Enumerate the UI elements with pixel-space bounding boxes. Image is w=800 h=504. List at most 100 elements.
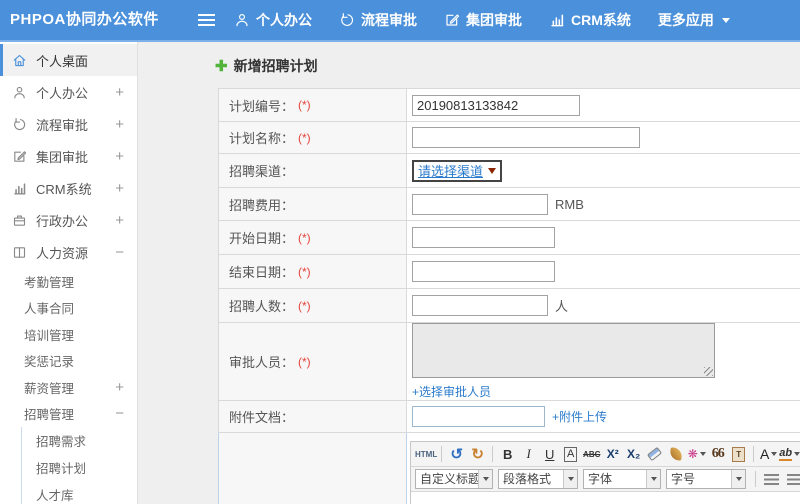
required-marker: (*) <box>298 130 311 145</box>
headcount-input[interactable] <box>412 295 548 316</box>
collapse-minus-icon[interactable]: − <box>115 405 124 422</box>
bold-button[interactable]: B <box>497 444 518 464</box>
clipboard-icon: T <box>732 446 746 462</box>
sidebar-item-attendance[interactable]: 考勤管理 <box>0 268 137 295</box>
attachment-input[interactable] <box>412 406 545 427</box>
toolbar-divider <box>753 446 755 462</box>
strikethrough-button[interactable]: ABC <box>581 444 602 464</box>
sidebar-item-talent-pool[interactable]: 人才库 <box>22 481 137 504</box>
sidebar-item-admin-office[interactable]: 行政办公 + <box>0 204 137 236</box>
dropdown-arrow-button[interactable] <box>563 470 577 488</box>
expand-plus-icon[interactable]: + <box>115 379 124 396</box>
sidebar-item-recruit-plan[interactable]: 招聘计划 <box>22 454 137 481</box>
sidebar-item-label: 考勤管理 <box>24 275 75 290</box>
form-row-attachment: 附件文档： +附件上传 <box>219 401 800 433</box>
chevron-down-icon <box>482 477 489 481</box>
field-label: 结束日期： (*) <box>219 255 407 288</box>
paragraph-format-dropdown[interactable]: 段落格式 <box>498 469 578 489</box>
plan-name-input[interactable] <box>412 127 640 148</box>
nav-crm-system[interactable]: CRM系统 <box>549 10 631 30</box>
nav-personal-office[interactable]: 个人办公 <box>234 10 312 30</box>
field-label: 附件文档： <box>219 401 407 432</box>
chevron-down-icon <box>650 477 657 481</box>
sidebar-item-salary[interactable]: 薪资管理 + <box>0 374 137 401</box>
attachment-upload-link[interactable]: +附件上传 <box>552 408 607 425</box>
undo-button[interactable]: ↺ <box>446 444 467 464</box>
expand-plus-icon[interactable]: + <box>115 180 124 197</box>
chevron-down-icon <box>794 452 800 456</box>
hamburger-menu-icon[interactable] <box>198 14 215 26</box>
eraser-button[interactable] <box>644 444 665 464</box>
nav-process-approval[interactable]: 流程审批 <box>339 10 417 30</box>
nav-group-approval[interactable]: 集团审批 <box>444 10 522 30</box>
approvers-textarea[interactable] <box>412 323 715 378</box>
sidebar-item-label: 奖惩记录 <box>24 355 75 370</box>
main-content: ✚ 新增招聘计划 计划编号： (*) 计划名称： (*) 招聘渠道： <box>139 42 800 504</box>
toolbar-divider <box>755 471 756 487</box>
form-row-end-date: 结束日期： (*) <box>219 255 800 289</box>
plan-number-input[interactable] <box>412 94 580 116</box>
start-date-input[interactable] <box>412 227 555 248</box>
paste-text-button[interactable]: T <box>728 444 749 464</box>
format-brush-button[interactable] <box>665 444 686 464</box>
font-size-dropdown[interactable]: 字号 <box>666 469 746 489</box>
editor-content-area[interactable] <box>411 492 800 504</box>
fee-input[interactable] <box>412 193 548 215</box>
sidebar-item-label: 行政办公 <box>36 213 89 229</box>
sidebar-item-recruit-demand[interactable]: 招聘需求 <box>22 427 137 454</box>
page-title: ✚ 新增招聘计划 <box>215 56 318 76</box>
expand-plus-icon[interactable]: + <box>115 116 124 133</box>
align-left-button[interactable] <box>764 473 779 485</box>
align-center-button[interactable] <box>787 473 800 485</box>
dropdown-arrow-button[interactable] <box>646 470 660 488</box>
html-source-button[interactable]: HTML <box>415 444 437 464</box>
italic-button[interactable]: I <box>518 444 539 464</box>
sidebar-item-hr-contract[interactable]: 人事合同 <box>0 295 137 322</box>
field-label: 计划编号： (*) <box>219 89 407 121</box>
nav-more-apps[interactable]: 更多应用 <box>658 10 730 30</box>
underline-button[interactable]: U <box>539 444 560 464</box>
sidebar-item-personal-office[interactable]: 个人办公 + <box>0 76 137 108</box>
text-effect-button[interactable]: ❋ <box>686 444 707 464</box>
highlight-color-button[interactable]: ab <box>779 444 800 464</box>
sidebar-item-personal-desktop[interactable]: 个人桌面 <box>0 44 137 76</box>
chevron-down-icon <box>735 477 742 481</box>
dropdown-value: 字体 <box>588 472 613 486</box>
sidebar-item-training[interactable]: 培训管理 <box>0 321 137 348</box>
superscript-button[interactable]: X² <box>602 444 623 464</box>
sidebar-item-label: CRM系统 <box>36 181 92 197</box>
sidebar-item-human-resources[interactable]: 人力资源 − <box>0 236 137 268</box>
sidebar-item-rewards[interactable]: 奖惩记录 <box>0 348 137 375</box>
subscript-button[interactable]: X₂ <box>623 444 644 464</box>
custom-title-dropdown[interactable]: 自定义标题 <box>415 469 493 489</box>
sidebar-item-crm[interactable]: CRM系统 + <box>0 172 137 204</box>
font-family-dropdown[interactable]: 字体 <box>583 469 661 489</box>
nav-label: 更多应用 <box>657 12 714 28</box>
font-color-button[interactable]: A <box>758 444 779 464</box>
dropdown-arrow-button[interactable] <box>478 470 492 488</box>
autoformat-button[interactable]: A <box>564 446 578 462</box>
dropdown-arrow-button[interactable] <box>731 470 745 488</box>
expand-plus-icon[interactable]: + <box>115 212 124 229</box>
sidebar-item-group-approval[interactable]: 集团审批 + <box>0 140 137 172</box>
end-date-input[interactable] <box>412 261 555 282</box>
person-icon <box>234 12 250 28</box>
flow-arrow-icon <box>339 12 355 28</box>
expand-plus-icon[interactable]: + <box>115 84 124 101</box>
redo-button[interactable]: ↻ <box>467 444 488 464</box>
chevron-down-icon <box>567 477 574 481</box>
sidebar-item-label: 个人办公 <box>36 85 89 101</box>
sidebar-item-process-approval[interactable]: 流程审批 + <box>0 108 137 140</box>
chevron-down-icon <box>771 452 778 456</box>
select-approvers-link[interactable]: +选择审批人员 <box>412 383 491 400</box>
blockquote-button[interactable]: 66 <box>707 444 728 464</box>
field-label: 计划名称： (*) <box>219 122 407 153</box>
channel-select[interactable]: 请选择渠道 <box>412 159 503 182</box>
edit-icon <box>444 12 460 28</box>
expand-plus-icon[interactable]: + <box>115 148 124 165</box>
channel-select-value: 请选择渠道 <box>418 164 484 179</box>
dropdown-value: 段落格式 <box>503 472 552 486</box>
sidebar-item-recruit-mgmt[interactable]: 招聘管理 − <box>0 401 137 428</box>
sidebar-item-label: 招聘计划 <box>36 462 87 476</box>
collapse-minus-icon[interactable]: − <box>115 244 124 261</box>
